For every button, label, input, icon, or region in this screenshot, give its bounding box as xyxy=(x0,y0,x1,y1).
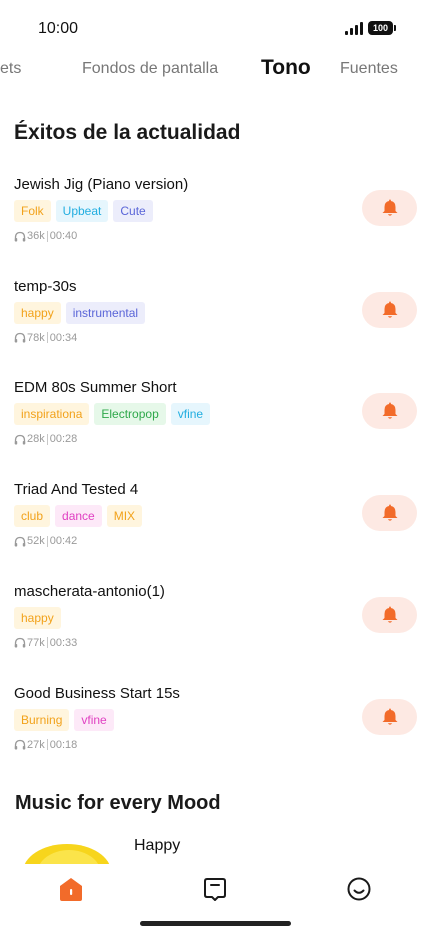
song-duration: 00:18 xyxy=(49,738,78,751)
section-title-mood: Music for every Mood xyxy=(15,792,221,814)
song-duration: 00:33 xyxy=(49,636,78,649)
bell-icon xyxy=(382,504,397,521)
home-indicator xyxy=(140,921,291,926)
song-item[interactable]: mascherata-antonio(1) happy 77k 00:33 xyxy=(0,583,431,673)
status-time: 10:00 xyxy=(38,20,79,37)
status-bar: 10:00 100 xyxy=(0,0,431,52)
song-item[interactable]: Good Business Start 15s Burning vfine 27k… xyxy=(0,685,431,775)
song-meta: 28k 00:28 xyxy=(14,432,77,446)
song-tag: MIX xyxy=(106,505,143,528)
song-plays: 78k xyxy=(27,331,45,344)
song-tag: Upbeat xyxy=(55,200,109,222)
song-tags: happy xyxy=(14,606,61,629)
song-duration: 00:28 xyxy=(49,433,78,446)
song-duration: 00:34 xyxy=(49,331,78,344)
song-item[interactable]: EDM 80s Summer Short inspirationa Electro… xyxy=(0,379,431,469)
song-duration: 00:42 xyxy=(49,535,78,548)
song-tag: Electropop xyxy=(94,403,166,426)
smile-icon xyxy=(347,877,371,901)
song-duration: 00:40 xyxy=(49,230,78,242)
song-title: Good Business Start 15s xyxy=(14,684,180,702)
divider xyxy=(46,230,48,242)
song-tag: instrumental xyxy=(65,301,146,324)
bell-icon xyxy=(382,708,397,725)
song-plays: 52k xyxy=(27,535,45,548)
song-tag: vfine xyxy=(170,403,211,426)
set-ringtone-button[interactable] xyxy=(362,190,417,226)
headphones-icon xyxy=(14,739,26,750)
divider xyxy=(46,433,48,445)
headphones-icon xyxy=(14,434,26,445)
section-title-trending: Éxitos de la actualidad xyxy=(14,121,241,144)
song-meta: 27k 00:18 xyxy=(14,738,77,752)
song-tags: Burning vfine xyxy=(14,708,114,731)
set-ringtone-button[interactable] xyxy=(362,698,417,735)
mood-artwork-image xyxy=(24,844,110,864)
nav-home[interactable] xyxy=(58,876,84,902)
nav-collection[interactable] xyxy=(202,876,228,902)
song-item[interactable]: Jewish Jig (Piano version) Folk Upbeat Cut… xyxy=(0,176,431,266)
song-tag: Folk xyxy=(14,200,51,222)
divider xyxy=(46,739,48,750)
song-meta: 78k 00:34 xyxy=(14,331,77,345)
song-title: mascherata-antonio(1) xyxy=(14,582,165,600)
battery-icon: 100 xyxy=(368,21,396,35)
bookmark-icon xyxy=(204,878,226,901)
song-plays: 77k xyxy=(27,636,45,649)
bell-icon xyxy=(382,402,397,419)
song-tag: dance xyxy=(55,505,102,528)
song-tag: Cute xyxy=(113,200,153,222)
song-tag: vfine xyxy=(74,708,114,731)
song-plays: 27k xyxy=(27,738,45,751)
bell-icon xyxy=(382,301,397,318)
mood-label: Happy xyxy=(134,837,181,854)
set-ringtone-button[interactable] xyxy=(362,393,417,430)
song-meta: 52k 00:42 xyxy=(14,534,77,548)
song-item[interactable]: Triad And Tested 4 club dance MIX 52k 00:4… xyxy=(0,481,431,571)
headphones-icon xyxy=(14,231,26,241)
mood-artwork[interactable] xyxy=(22,834,112,864)
song-tags: Folk Upbeat Cute xyxy=(14,200,153,222)
tab-partial[interactable]: ets xyxy=(0,60,21,78)
song-meta: 36k 00:40 xyxy=(14,229,77,243)
category-tabs: ets Fondos de pantalla Tono Fuentes xyxy=(0,56,431,84)
song-title: Triad And Tested 4 xyxy=(14,481,139,499)
tab-ringtones[interactable]: Tono xyxy=(261,56,311,80)
song-tag: club xyxy=(14,505,51,528)
song-meta: 77k 00:33 xyxy=(14,636,77,650)
tab-wallpapers[interactable]: Fondos de pantalla xyxy=(82,60,218,78)
song-plays: 36k xyxy=(27,230,45,242)
song-title: Jewish Jig (Piano version) xyxy=(14,176,189,193)
set-ringtone-button[interactable] xyxy=(362,291,417,328)
song-tag: Burning xyxy=(14,708,70,731)
signal-icon xyxy=(345,22,363,35)
bell-icon xyxy=(382,606,397,623)
song-tags: happy instrumental xyxy=(14,301,146,324)
divider xyxy=(46,332,48,344)
headphones-icon xyxy=(14,333,26,343)
song-tags: club dance MIX xyxy=(14,505,143,528)
song-tag: happy xyxy=(14,301,61,324)
nav-profile[interactable] xyxy=(346,876,372,902)
set-ringtone-button[interactable] xyxy=(362,596,417,633)
divider xyxy=(46,535,48,547)
bell-icon xyxy=(382,199,397,216)
song-title: temp-30s xyxy=(14,277,77,295)
song-plays: 28k xyxy=(27,433,45,446)
song-title: EDM 80s Summer Short xyxy=(14,379,177,397)
set-ringtone-button[interactable] xyxy=(362,495,417,532)
song-tag: inspirationa xyxy=(14,403,90,426)
headphones-icon xyxy=(14,638,26,648)
headphones-icon xyxy=(14,536,26,547)
home-icon xyxy=(60,878,82,901)
divider xyxy=(46,637,48,649)
song-tags: inspirationa Electropop vfine xyxy=(14,403,211,426)
tab-fonts[interactable]: Fuentes xyxy=(340,60,398,78)
song-tag: happy xyxy=(14,606,61,629)
song-item[interactable]: temp-30s happy instrumental 78k 00:34 xyxy=(0,278,431,368)
